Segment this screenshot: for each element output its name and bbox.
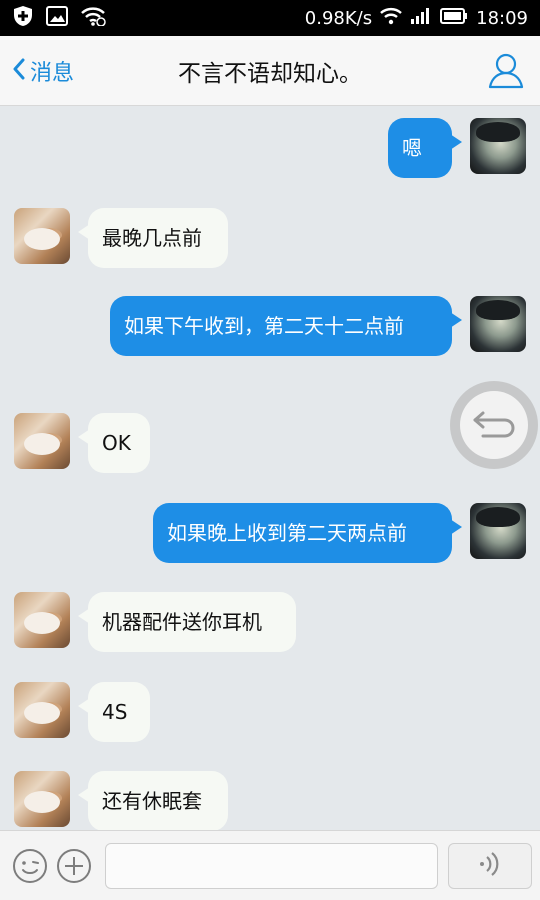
avatar[interactable]: [14, 592, 70, 648]
message-outgoing: 嗯: [388, 118, 526, 178]
message-outgoing: 如果晚上收到第二天两点前: [153, 503, 526, 563]
voice-icon: [475, 849, 505, 883]
message-bubble[interactable]: 还有休眠套: [78, 771, 228, 830]
message-bubble[interactable]: 最晚几点前: [78, 208, 228, 268]
avatar[interactable]: [470, 296, 526, 352]
avatar[interactable]: [470, 503, 526, 559]
status-bar: 0.98K/s 18:09: [0, 0, 540, 36]
message-incoming: 最晚几点前: [14, 208, 228, 268]
message-bubble[interactable]: 机器配件送你耳机: [78, 592, 296, 652]
network-speed: 0.98K/s: [304, 7, 373, 29]
plus-icon[interactable]: [56, 848, 92, 884]
message-incoming: 还有休眠套: [14, 771, 228, 830]
message-incoming: 机器配件送你耳机: [14, 592, 296, 652]
message-outgoing: 如果下午收到，第二天十二点前: [110, 296, 526, 356]
avatar[interactable]: [14, 771, 70, 827]
person-icon[interactable]: [486, 50, 526, 90]
message-input[interactable]: [105, 843, 438, 889]
page-title: 不言不语却知心。: [178, 60, 362, 87]
message-bubble[interactable]: 如果晚上收到第二天两点前: [153, 503, 462, 563]
floating-assist-button[interactable]: [450, 381, 538, 469]
chat-header: 消息 不言不语却知心。: [0, 36, 540, 106]
battery-icon: [440, 7, 468, 30]
signal-icon: [410, 7, 432, 30]
wifi-icon: [80, 6, 106, 30]
return-icon: [460, 391, 528, 459]
message-bubble[interactable]: 嗯: [388, 118, 462, 178]
chevron-left-icon: [12, 58, 26, 85]
message-bubble[interactable]: OK: [78, 413, 150, 473]
clock: 18:09: [476, 7, 528, 29]
back-button[interactable]: 消息: [12, 36, 74, 106]
back-label: 消息: [30, 61, 75, 86]
message-incoming: 4S: [14, 682, 150, 742]
emoji-icon[interactable]: [12, 848, 48, 884]
avatar[interactable]: [14, 208, 70, 264]
wifi-icon: [380, 7, 402, 30]
image-icon: [46, 6, 68, 30]
shield-plus-icon: [12, 5, 34, 31]
message-bubble[interactable]: 4S: [78, 682, 150, 742]
voice-button[interactable]: [448, 843, 532, 889]
message-bubble[interactable]: 如果下午收到，第二天十二点前: [110, 296, 462, 356]
message-incoming: OK: [14, 413, 150, 473]
avatar[interactable]: [14, 413, 70, 469]
input-bar: [0, 830, 540, 900]
chat-message-list[interactable]: 嗯 最晚几点前 如果下午收到，第二天十二点前 OK 如果晚上收到第二天两点前 机…: [0, 106, 540, 830]
avatar[interactable]: [14, 682, 70, 738]
avatar[interactable]: [470, 118, 526, 174]
